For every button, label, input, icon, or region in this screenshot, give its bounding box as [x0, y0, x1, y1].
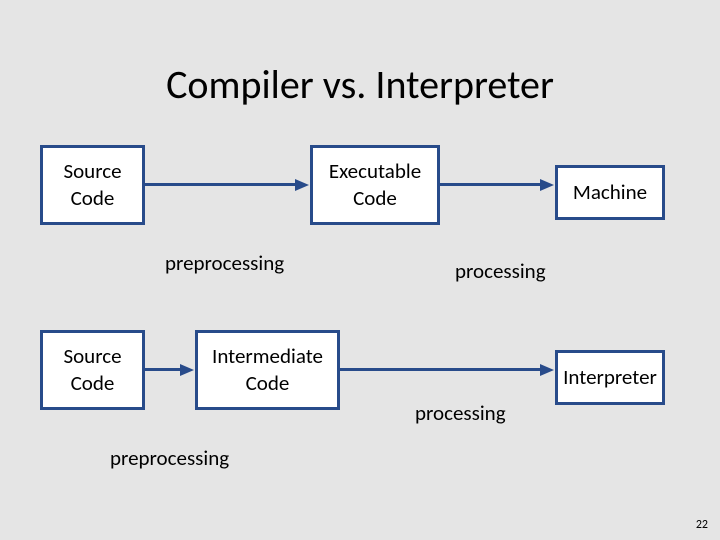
arrow-2a-line [145, 368, 180, 371]
arrow-1b-line [440, 183, 540, 186]
text-source-2: Source [63, 343, 121, 370]
label-processing-2: processing [415, 400, 506, 426]
arrow-2a-head [180, 364, 194, 376]
label-preprocessing-1: preprocessing [165, 250, 284, 276]
text-code-exec: Code [353, 185, 397, 212]
label-processing-1: processing [455, 258, 546, 284]
text-code-2: Code [71, 370, 115, 397]
text-code-1: Code [71, 185, 115, 212]
text-source-1: Source [63, 158, 121, 185]
text-executable: Executable [329, 158, 421, 185]
arrow-1a-line [145, 183, 295, 186]
text-interpreter: Interpreter [563, 364, 657, 391]
slide-title: Compiler vs. Interpreter [0, 60, 720, 109]
arrow-1a-head [295, 179, 309, 191]
arrow-2b-line [340, 368, 540, 371]
box-machine: Machine [555, 165, 665, 220]
arrow-2b-head [540, 364, 554, 376]
text-machine: Machine [573, 179, 647, 206]
box-source-code-2: Source Code [40, 330, 145, 410]
arrow-1b-head [540, 179, 554, 191]
box-interpreter: Interpreter [555, 350, 665, 405]
box-executable-code: Executable Code [310, 145, 440, 225]
box-intermediate-code: Intermediate Code [195, 330, 340, 410]
label-preprocessing-2: preprocessing [110, 445, 229, 471]
text-code-inter: Code [246, 370, 290, 397]
box-source-code-1: Source Code [40, 145, 145, 225]
text-intermediate: Intermediate [212, 343, 323, 370]
page-number: 22 [696, 518, 708, 532]
